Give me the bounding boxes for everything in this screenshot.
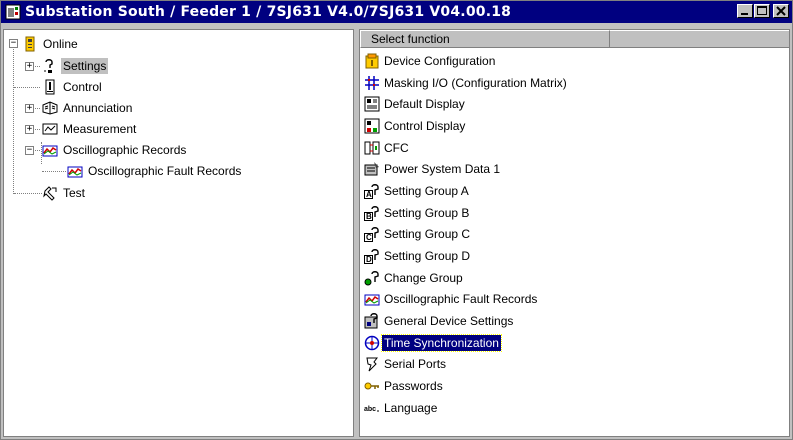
tree-line — [14, 87, 40, 88]
list-item-setting-group-d[interactable]: D Setting Group D — [360, 245, 789, 267]
list-item-setting-group-a[interactable]: A Setting Group A — [360, 180, 789, 202]
svg-text:abc: abc — [364, 406, 376, 413]
svg-text:C: C — [366, 233, 372, 242]
list-item-default-display[interactable]: Default Display — [360, 93, 789, 115]
measurement-icon — [42, 123, 58, 135]
power-system-icon — [364, 162, 379, 176]
list-item-control-display[interactable]: Control Display — [360, 115, 789, 137]
control-icon — [45, 79, 55, 95]
tree-item-oscillographic-records[interactable]: Oscillographic Records — [42, 141, 188, 159]
minimize-button[interactable] — [737, 4, 753, 18]
list-item-setting-group-b[interactable]: B Setting Group B — [360, 202, 789, 224]
tree-item-oscillographic-fault-records[interactable]: Oscillographic Fault Records — [67, 162, 243, 180]
serial-ports-icon — [366, 357, 378, 372]
list-item-general-device-settings[interactable]: General Device Settings — [360, 310, 789, 332]
minimize-icon — [741, 13, 748, 15]
test-icon — [43, 186, 57, 201]
time-sync-icon — [364, 335, 380, 351]
measurement-expander[interactable]: + — [25, 125, 34, 134]
list-item-device-configuration[interactable]: Device Configuration — [360, 50, 789, 72]
oscillograph-icon — [364, 294, 380, 306]
passwords-icon — [364, 382, 379, 390]
tree-item-settings[interactable]: Settings — [42, 57, 109, 75]
list-item-language[interactable]: abc Language — [360, 397, 789, 419]
tree-item-measurement[interactable]: Measurement — [42, 120, 138, 138]
column-header-filler — [610, 30, 789, 48]
window-title: Substation South / Feeder 1 / 7SJ631 V4.… — [25, 4, 512, 20]
general-settings-icon — [364, 313, 378, 329]
list-item-serial-ports[interactable]: Serial Ports — [360, 354, 789, 376]
panes: − Online + Settings Control + Annunciati… — [3, 29, 790, 437]
list-item-setting-group-c[interactable]: C Setting Group C — [360, 224, 789, 246]
cfc-icon — [364, 141, 380, 155]
root-expander[interactable]: − — [9, 39, 18, 48]
oscillographic-records-expander[interactable]: − — [25, 146, 34, 155]
setting-group-b-icon: B — [364, 205, 379, 221]
control-display-icon — [364, 118, 380, 134]
svg-text:B: B — [366, 212, 372, 221]
annunciation-icon — [42, 101, 58, 115]
default-display-icon — [364, 96, 380, 112]
tree-line — [42, 171, 66, 172]
title-bar[interactable]: Substation South / Feeder 1 / 7SJ631 V4.… — [1, 1, 792, 23]
close-icon — [776, 6, 786, 16]
tree-item-control[interactable]: Control — [42, 78, 104, 96]
language-icon: abc — [364, 406, 379, 413]
list-item-passwords[interactable]: Passwords — [360, 375, 789, 397]
navigation-tree[interactable]: − Online + Settings Control + Annunciati… — [3, 29, 354, 437]
tree-item-test[interactable]: Test — [42, 184, 87, 202]
settings-expander[interactable]: + — [25, 62, 34, 71]
app-icon — [5, 4, 21, 20]
tree-line — [13, 44, 14, 194]
oscillograph-icon — [67, 166, 83, 178]
list-item-change-group[interactable]: Change Group — [360, 267, 789, 289]
change-group-icon — [364, 270, 379, 286]
oscillograph-icon — [42, 145, 58, 157]
setting-group-a-icon: A — [364, 184, 379, 199]
tree-line — [14, 193, 42, 194]
column-header-select-function[interactable]: Select function — [360, 30, 610, 48]
annunciation-expander[interactable]: + — [25, 104, 34, 113]
function-list-pane: Select function Device Configuration Mas… — [359, 29, 790, 437]
setting-group-d-icon: D — [364, 249, 379, 265]
list-item-time-synchronization[interactable]: Time Synchronization — [360, 332, 789, 354]
close-button[interactable] — [773, 4, 789, 18]
svg-text:A: A — [366, 190, 372, 199]
window-buttons — [736, 4, 789, 18]
device-icon — [25, 36, 35, 52]
settings-icon — [44, 59, 53, 73]
list-item-masking-io[interactable]: Masking I/O (Configuration Matrix) — [360, 72, 789, 94]
setting-group-c-icon: C — [364, 227, 379, 243]
maximize-icon — [757, 6, 767, 15]
matrix-icon — [365, 75, 379, 90]
list-item-cfc[interactable]: CFC — [360, 137, 789, 159]
list-item-oscillographic-fault-records[interactable]: Oscillographic Fault Records — [360, 289, 789, 311]
tree-root-online[interactable]: Online — [22, 35, 80, 53]
tree-item-annunciation[interactable]: Annunciation — [42, 99, 134, 117]
list-item-power-system-data-1[interactable]: Power System Data 1 — [360, 158, 789, 180]
function-list: Device Configuration Masking I/O (Config… — [360, 50, 789, 419]
device-config-icon — [365, 53, 379, 69]
svg-text:D: D — [366, 255, 372, 264]
maximize-button[interactable] — [754, 4, 770, 18]
app-window: Substation South / Feeder 1 / 7SJ631 V4.… — [0, 0, 793, 440]
